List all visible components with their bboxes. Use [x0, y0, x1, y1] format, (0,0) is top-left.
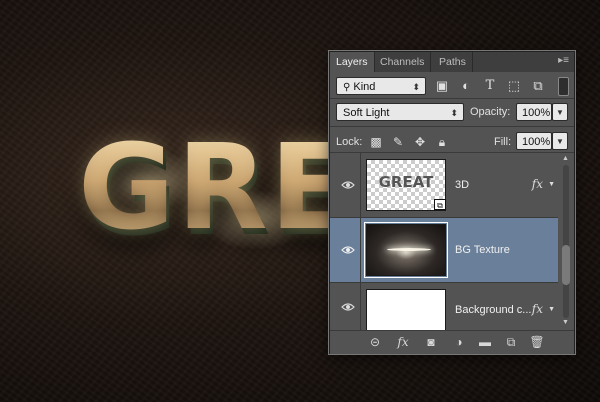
image-filter-icon[interactable]: ▣: [434, 78, 450, 94]
panel-tab-bar: Layers Channels Paths ▸≡: [330, 52, 574, 72]
layer-thumbnail: [364, 222, 448, 278]
tab-paths[interactable]: Paths: [433, 52, 473, 72]
smart-object-filter-icon[interactable]: ⧉: [530, 78, 546, 94]
adjustment-filter-icon[interactable]: ◐: [458, 78, 474, 94]
delete-layer-icon[interactable]: 🗑︎: [529, 335, 545, 349]
fill-dropdown-button[interactable]: ▼: [552, 132, 568, 150]
opacity-label: Opacity:: [470, 106, 511, 118]
divider: [330, 126, 574, 127]
smart-object-badge-icon: ⧉: [434, 199, 446, 210]
scroll-track: [563, 165, 569, 318]
expand-effects-icon[interactable]: ▼: [548, 306, 555, 313]
layers-bottom-toolbar: ⊝ fx ◙ ◑ ▬ ⧉ 🗑︎: [330, 330, 574, 354]
thumbnail-light-streak: [387, 248, 431, 251]
lock-transparent-pixels-icon[interactable]: ▩: [368, 134, 384, 150]
link-layers-icon[interactable]: ⊝: [367, 335, 383, 349]
layer-name[interactable]: 3D: [455, 179, 469, 191]
visibility-eye-icon[interactable]: [341, 283, 355, 330]
divider: [360, 218, 361, 282]
opacity-input[interactable]: 100%: [516, 103, 552, 121]
visibility-eye-icon[interactable]: [341, 218, 355, 282]
lock-image-pixels-icon[interactable]: ✎: [390, 134, 406, 150]
visibility-eye-icon[interactable]: [341, 153, 355, 217]
opacity-dropdown-button[interactable]: ▼: [552, 103, 568, 121]
new-group-icon[interactable]: ▬: [477, 335, 493, 349]
fill-label: Fill:: [494, 136, 512, 148]
expand-effects-icon[interactable]: ▼: [548, 181, 555, 188]
fx-icon[interactable]: fx: [532, 177, 543, 191]
layer-thumbnail: [366, 289, 446, 330]
lock-position-icon[interactable]: ✥: [412, 134, 428, 150]
add-layer-style-icon[interactable]: fx: [395, 335, 411, 349]
layer-row-bg-texture[interactable]: BG Texture: [330, 218, 558, 283]
layers-list: GREAT ⧉ 3D fx ▼ BG Texture Background c.…: [330, 153, 558, 330]
new-adjustment-layer-icon[interactable]: ◑: [451, 335, 467, 349]
fx-icon[interactable]: fx: [532, 302, 543, 316]
thumbnail-text: GREAT: [378, 173, 434, 191]
chevron-updown-icon: ⬍: [412, 82, 420, 92]
new-layer-icon[interactable]: ⧉: [503, 335, 519, 349]
scroll-thumb[interactable]: [562, 245, 570, 285]
scroll-up-icon[interactable]: ▲: [562, 155, 569, 162]
layers-panel: Layers Channels Paths ▸≡ ⚲ Kind ⬍ ▣ ◐ T …: [329, 51, 575, 354]
shape-filter-icon[interactable]: ⬚: [506, 78, 522, 94]
search-icon: ⚲: [343, 82, 351, 93]
layers-scrollbar[interactable]: ▲ ▼: [559, 153, 573, 330]
tab-layers[interactable]: Layers: [330, 52, 375, 72]
add-mask-icon[interactable]: ◙: [423, 335, 439, 349]
blend-mode-select[interactable]: Soft Light ⬍: [336, 103, 464, 121]
panel-menu-icon[interactable]: ▸≡: [558, 55, 569, 66]
layer-row-3d[interactable]: GREAT ⧉ 3D fx ▼: [330, 153, 558, 218]
layer-name[interactable]: Background c...: [455, 304, 531, 316]
artwork-3d-text: GRE: [78, 118, 353, 256]
filter-kind-select[interactable]: ⚲ Kind ⬍: [336, 77, 426, 95]
tab-channels[interactable]: Channels: [374, 52, 432, 72]
layer-name[interactable]: BG Texture: [455, 244, 510, 256]
divider: [360, 153, 361, 217]
scroll-down-icon[interactable]: ▼: [562, 319, 569, 326]
type-filter-icon[interactable]: T: [482, 78, 498, 94]
divider: [330, 98, 574, 99]
blend-mode-value: Soft Light: [343, 107, 390, 119]
chevron-updown-icon: ⬍: [450, 108, 458, 118]
fill-input[interactable]: 100%: [516, 132, 552, 150]
layer-row-background[interactable]: Background c... fx ▼: [330, 283, 558, 330]
filter-toggle-switch[interactable]: [558, 77, 569, 96]
lock-all-icon[interactable]: 🔒︎: [434, 134, 450, 150]
lock-label: Lock:: [336, 136, 363, 148]
divider: [360, 283, 361, 330]
filter-kind-label: Kind: [353, 81, 376, 93]
